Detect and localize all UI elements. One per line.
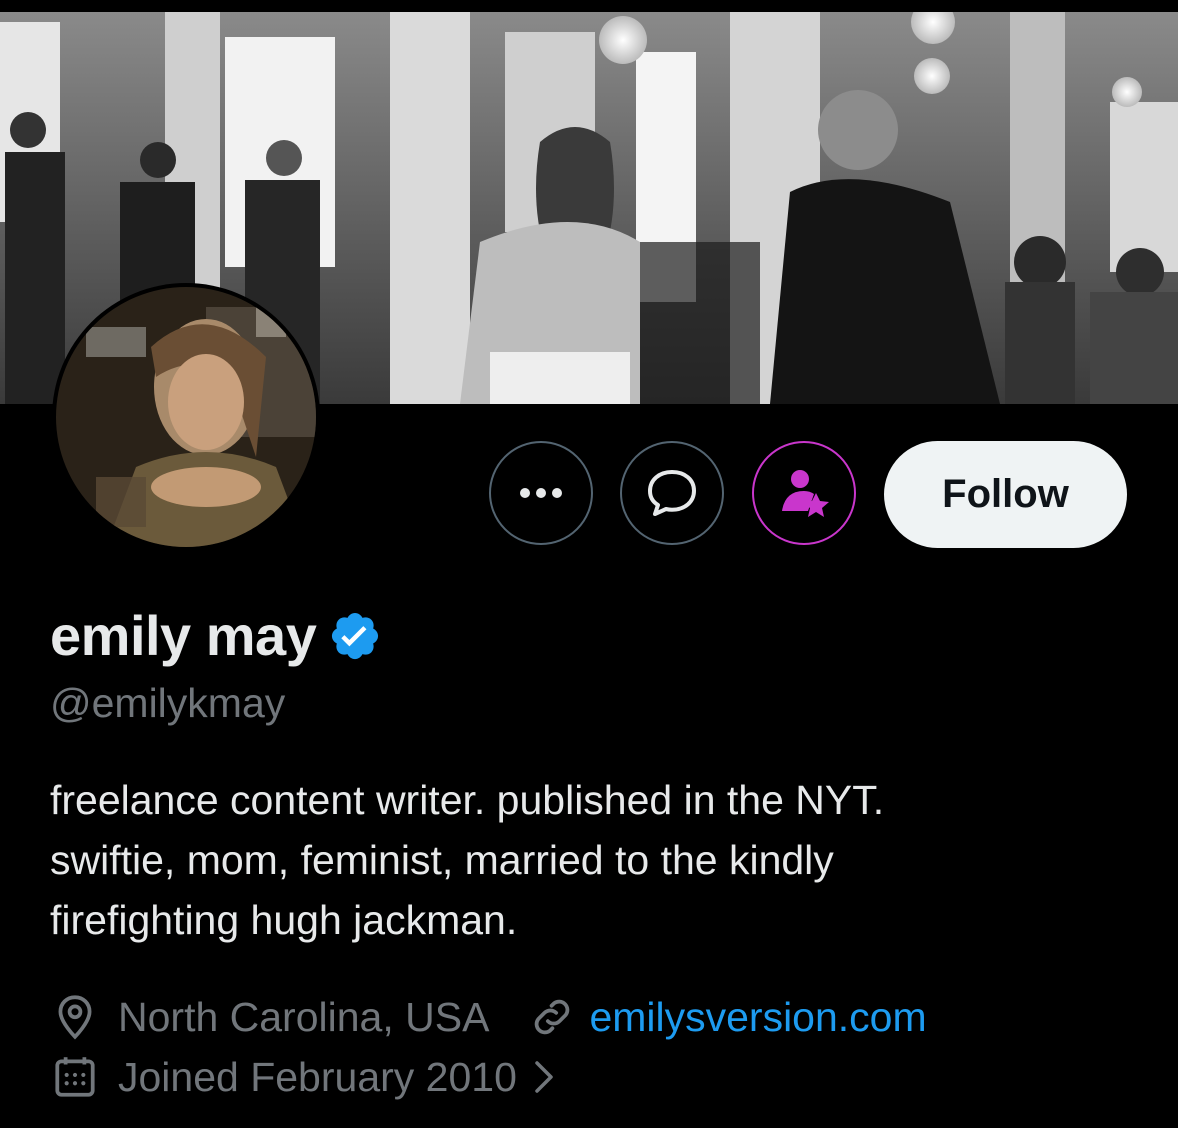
more-horizontal-icon (520, 488, 562, 498)
joined-text: Joined February 2010 (118, 1053, 517, 1100)
chevron-right-icon (535, 1061, 553, 1093)
subscribe-button[interactable] (752, 441, 856, 545)
person-star-icon (782, 470, 829, 517)
message-bubble-icon (648, 470, 696, 516)
avatar-photo (56, 287, 316, 547)
profile-meta-row: North Carolina, USA emilysversion.com (50, 992, 927, 1042)
location-text: North Carolina, USA (118, 993, 490, 1040)
bio-line: swiftie, mom, feminist, married to the k… (50, 837, 834, 883)
profile-avatar[interactable] (52, 283, 320, 551)
more-button[interactable] (489, 441, 593, 545)
verified-badge-icon[interactable] (328, 609, 382, 663)
bio-line: freelance content writer. published in t… (50, 777, 885, 823)
link-icon (535, 999, 570, 1035)
display-name: emily may (50, 604, 317, 667)
calendar-icon (55, 1057, 95, 1097)
user-handle: @emilykmay (50, 680, 286, 726)
location-pin-icon (58, 995, 92, 1040)
follow-button[interactable]: Follow (884, 441, 1127, 548)
website-link[interactable]: emilysversion.com (589, 994, 926, 1041)
bio-line: firefighting hugh jackman. (50, 897, 518, 943)
message-button[interactable] (620, 441, 724, 545)
joined-date-row[interactable]: Joined February 2010 (50, 1052, 557, 1102)
profile-name-row: emily may (50, 603, 382, 668)
profile-bio: freelance content writer. published in t… (50, 770, 1110, 950)
